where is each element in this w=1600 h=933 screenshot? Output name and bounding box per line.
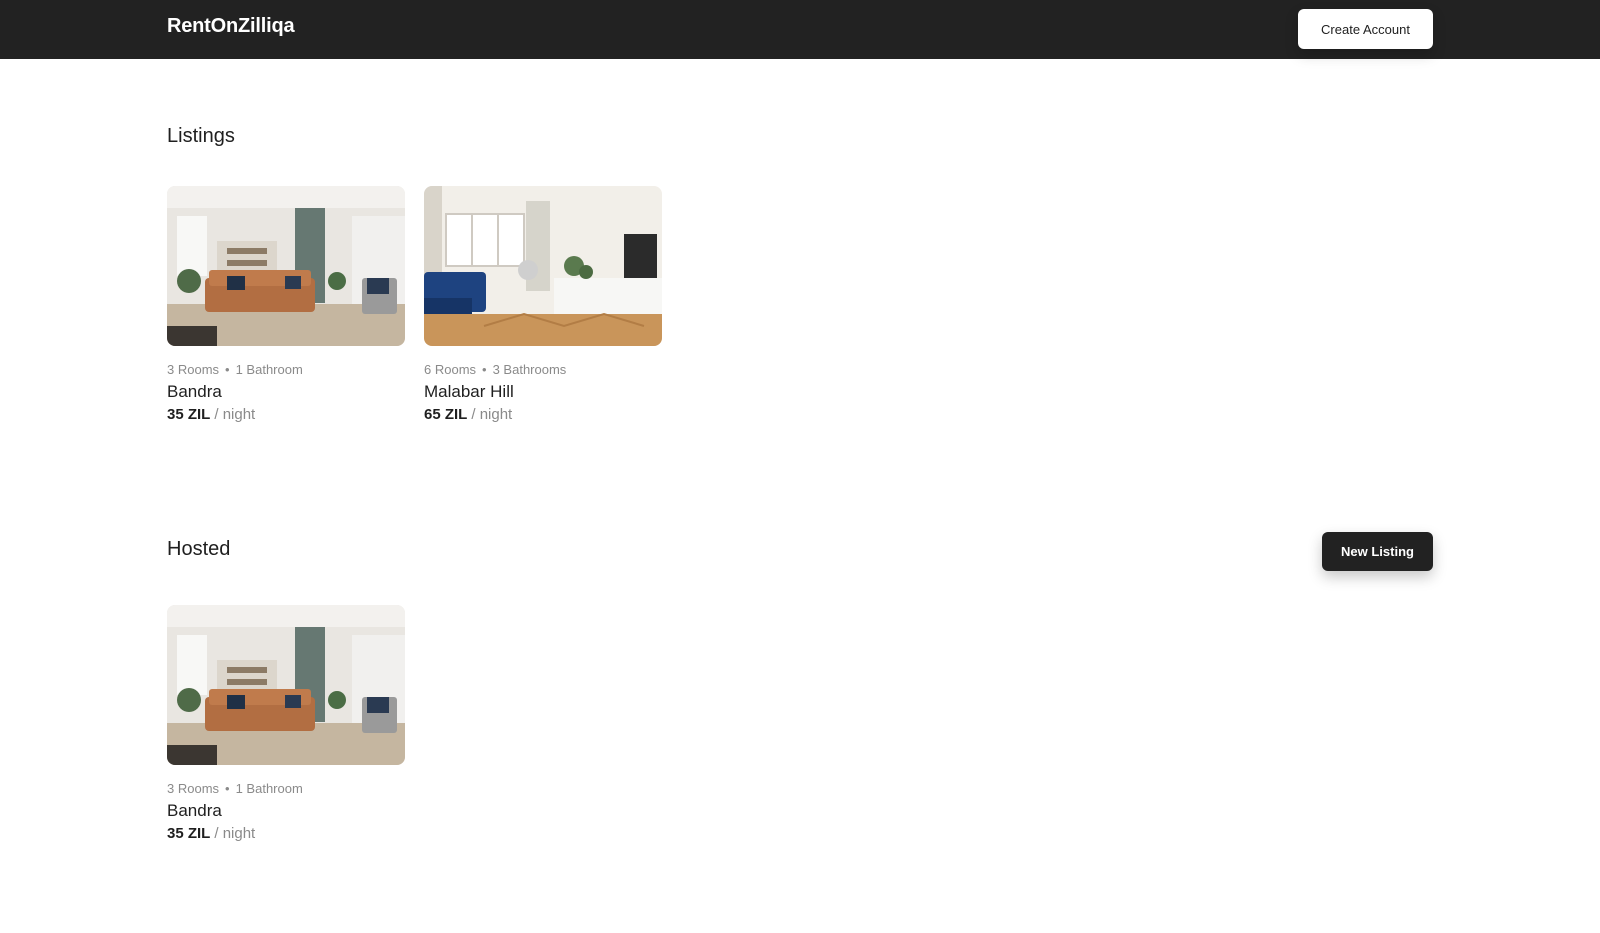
bathrooms-count: 1 Bathroom — [235, 362, 303, 377]
price-amount: 65 ZIL — [424, 406, 468, 423]
listing-price: 65 ZIL / night — [424, 406, 662, 423]
rooms-count: 3 Rooms — [167, 362, 220, 377]
hosted-heading: Hosted — [167, 538, 231, 560]
brand-logo[interactable]: RentOnZilliqa — [167, 15, 295, 38]
price-amount: 35 ZIL — [167, 825, 211, 842]
listing-card-bandra[interactable]: 3 Rooms • 1 Bathroom Bandra 35 ZIL / night — [167, 186, 405, 423]
listing-features: 3 Rooms • 1 Bathroom — [167, 362, 405, 377]
price-amount: 35 ZIL — [167, 406, 211, 423]
listing-price: 35 ZIL / night — [167, 406, 405, 423]
price-unit: / night — [214, 825, 256, 842]
top-nav-bar: RentOnZilliqa Create Account — [0, 0, 1600, 59]
listings-heading: Listings — [167, 125, 235, 147]
listing-name: Bandra — [167, 382, 222, 401]
hosted-card-bandra[interactable]: 3 Rooms • 1 Bathroom Bandra 35 ZIL / night — [167, 605, 405, 842]
rooms-count: 3 Rooms — [167, 781, 220, 796]
bathrooms-count: 1 Bathroom — [235, 781, 303, 796]
listing-price: 35 ZIL / night — [167, 825, 405, 842]
price-unit: / night — [214, 406, 256, 423]
new-listing-button[interactable]: New Listing — [1322, 532, 1433, 571]
separator-dot: • — [225, 781, 230, 796]
create-account-button[interactable]: Create Account — [1298, 9, 1433, 49]
price-unit: / night — [471, 406, 513, 423]
separator-dot: • — [225, 362, 230, 377]
listing-name: Malabar Hill — [424, 382, 514, 401]
listing-name: Bandra — [167, 801, 222, 820]
living-room-photo — [424, 186, 662, 346]
listing-features: 6 Rooms • 3 Bathrooms — [424, 362, 662, 377]
separator-dot: • — [482, 362, 487, 377]
bathrooms-count: 3 Bathrooms — [492, 362, 567, 377]
living-room-photo — [167, 605, 405, 765]
living-room-photo — [167, 186, 405, 346]
listing-card-malabar-hill[interactable]: 6 Rooms • 3 Bathrooms Malabar Hill 65 ZIL /… — [424, 186, 662, 423]
listing-features: 3 Rooms • 1 Bathroom — [167, 781, 405, 796]
rooms-count: 6 Rooms — [424, 362, 477, 377]
